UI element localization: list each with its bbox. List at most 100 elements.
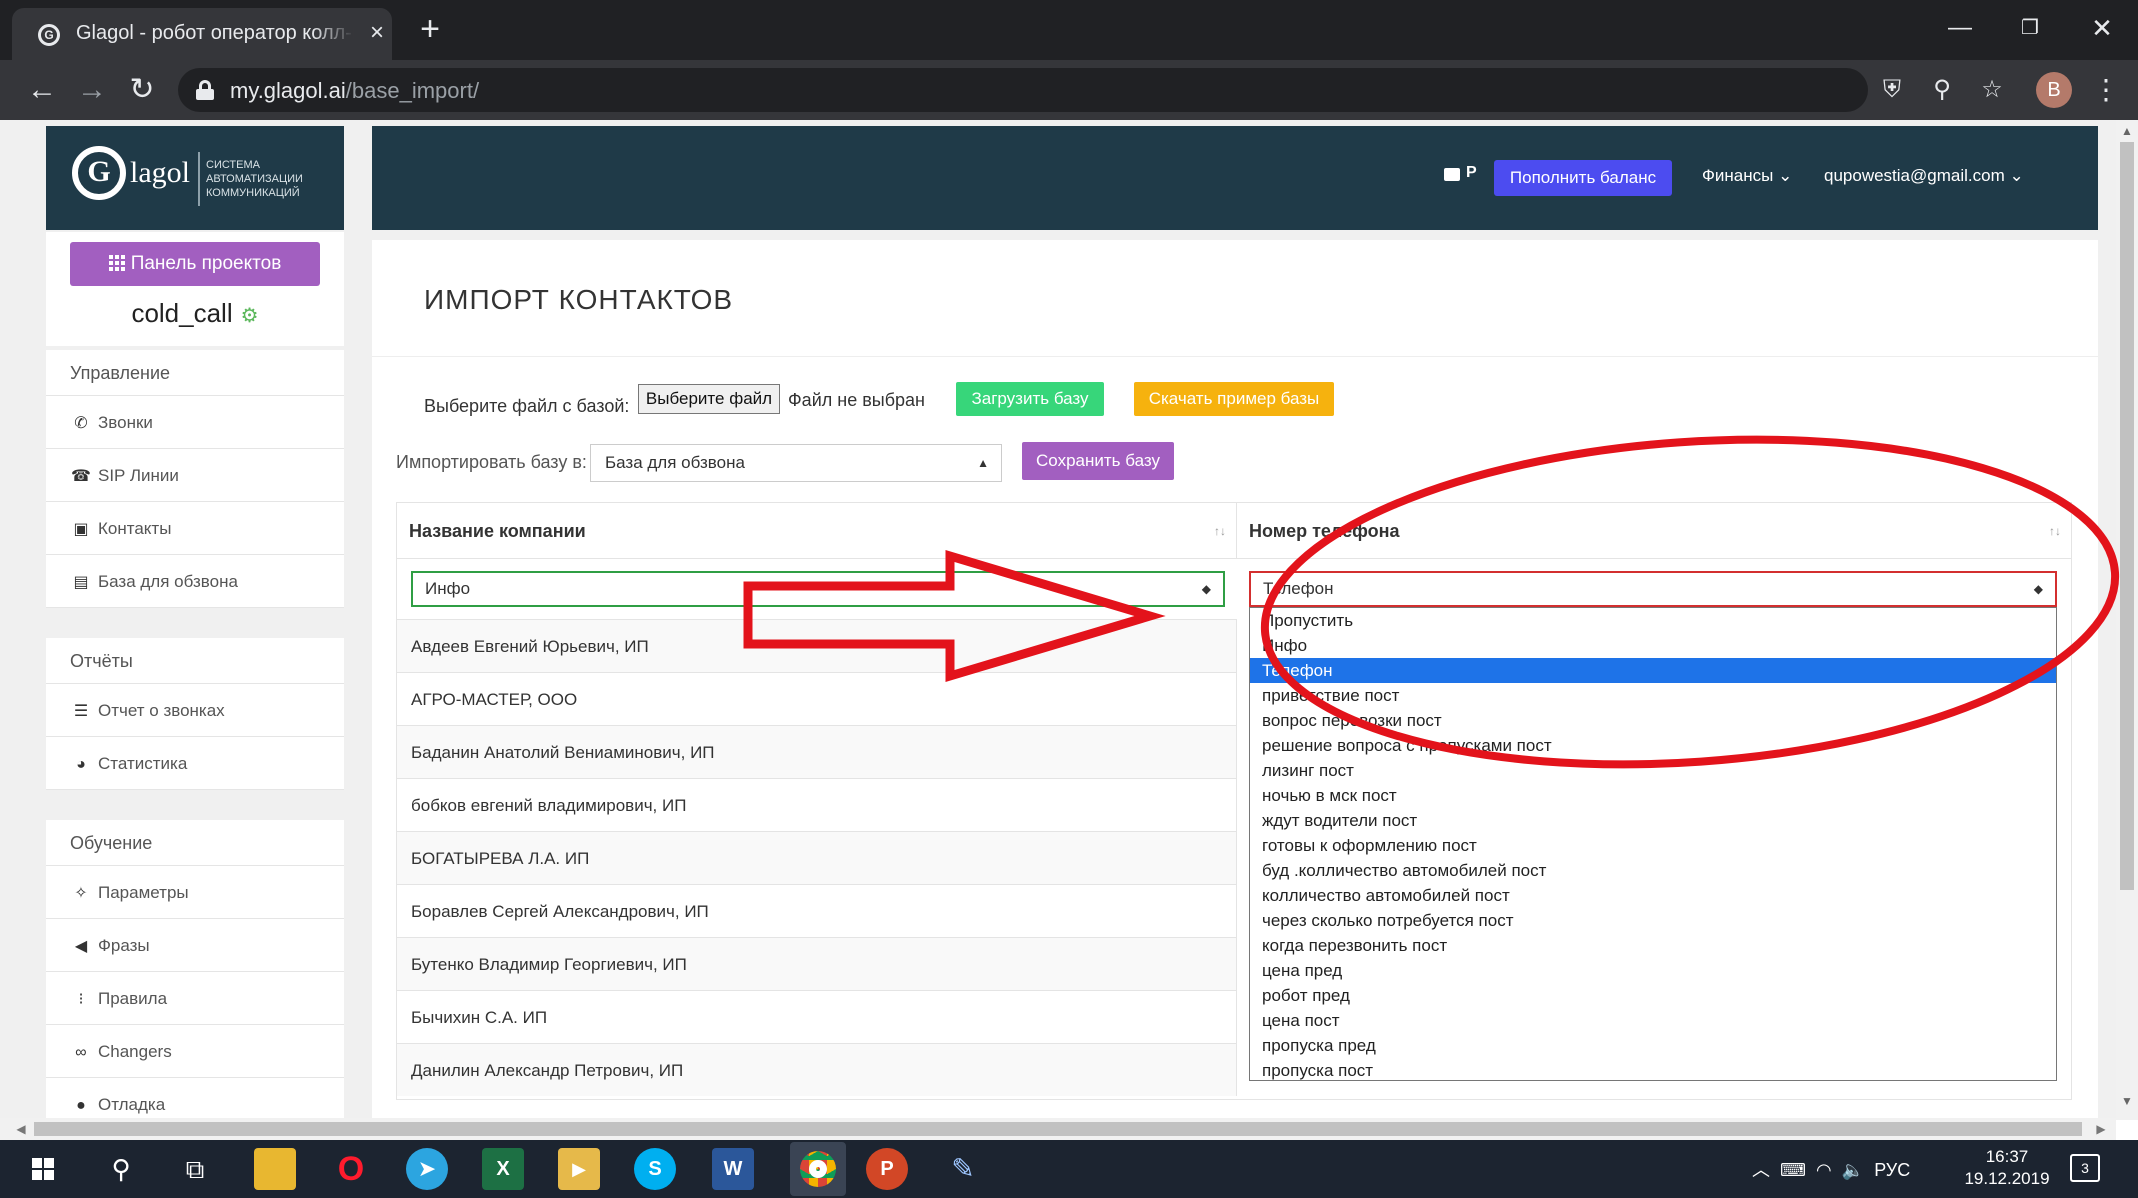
profile-avatar[interactable]: B: [2036, 72, 2072, 108]
projects-panel-button[interactable]: Панель проектов: [70, 242, 320, 286]
search-icon[interactable]: ⚲: [100, 1148, 142, 1190]
file-explorer-icon[interactable]: [254, 1148, 296, 1190]
phone-column-mapping-select[interactable]: Телефон ◆: [1249, 571, 2057, 607]
sidebar-item-rules[interactable]: ⁝ Правила: [46, 972, 344, 1025]
media-player-icon[interactable]: ▶: [558, 1148, 600, 1190]
task-view-icon[interactable]: ⧉: [174, 1148, 216, 1190]
sidebar-item-statistics[interactable]: ◕ Статистика: [46, 737, 344, 790]
table-row: Баданин Анатолий Вениаминович, ИП: [397, 725, 1237, 778]
system-clock[interactable]: 16:37 19.12.2019: [1962, 1146, 2052, 1190]
sidebar-item-sip-lines[interactable]: ☎ SIP Линии: [46, 449, 344, 502]
column-header-phone[interactable]: Номер телефона ↑↓: [1237, 503, 2071, 559]
dropdown-option[interactable]: колличество автомобилей пост: [1250, 883, 2056, 908]
keyboard-icon: ⌨: [1780, 1160, 1806, 1180]
forward-arrow-icon[interactable]: →: [72, 70, 112, 110]
extension-shield-icon[interactable]: ⛨: [1874, 72, 1910, 108]
scroll-left-icon[interactable]: ◀: [10, 1118, 32, 1140]
url-host: my.glagol.ai: [230, 78, 346, 103]
finance-menu[interactable]: Финансы ⌄: [1702, 166, 1792, 186]
sort-icon[interactable]: ↑↓: [1214, 503, 1226, 559]
windows-start-button[interactable]: [22, 1148, 64, 1190]
dropdown-option[interactable]: Пропустить: [1250, 608, 2056, 633]
mapping-select-value: Инфо: [425, 579, 471, 598]
upload-base-button[interactable]: Загрузить базу: [956, 382, 1104, 416]
sidebar-item-calls[interactable]: ✆ Звонки: [46, 396, 344, 449]
project-settings-gear-icon[interactable]: ⚙: [241, 305, 259, 327]
dots-list-icon: ⁝: [78, 991, 84, 1008]
horizontal-scroll-thumb[interactable]: [34, 1122, 2082, 1136]
zoom-icon[interactable]: ⚲: [1924, 72, 1960, 108]
scroll-up-icon[interactable]: ▲: [2116, 120, 2138, 142]
sidebar-item-call-report[interactable]: ☰ Отчет о звонках: [46, 684, 344, 737]
telegram-icon[interactable]: ➤: [406, 1148, 448, 1190]
glagol-logo[interactable]: G lagol СИСТЕМА АВТОМАТИЗАЦИИ КОММУНИКАЦ…: [46, 126, 344, 230]
new-tab-button[interactable]: +: [414, 12, 446, 46]
sort-icon[interactable]: ↑↓: [2049, 503, 2061, 559]
company-column-mapping-select[interactable]: Инфо ◆: [411, 571, 1225, 607]
topup-balance-button[interactable]: Пополнить баланс: [1494, 160, 1672, 196]
dropdown-option[interactable]: лизинг пост: [1250, 758, 2056, 783]
lock-icon: [196, 80, 214, 100]
sidebar-item-call-base[interactable]: ▤ База для обзвона: [46, 555, 344, 608]
window-close-icon[interactable]: ✕: [2082, 10, 2122, 46]
sidebar-item-phrases[interactable]: ◀ Фразы: [46, 919, 344, 972]
logo-g-mark: G: [72, 146, 126, 200]
scroll-down-icon[interactable]: ▼: [2116, 1090, 2138, 1112]
vertical-scroll-thumb[interactable]: [2120, 142, 2134, 890]
sidebar-item-label: Звонки: [98, 413, 153, 432]
word-icon[interactable]: W: [712, 1148, 754, 1190]
window-restore-icon[interactable]: ❐: [2010, 10, 2050, 46]
dropdown-option[interactable]: Инфо: [1250, 633, 2056, 658]
url-text: my.glagol.ai/base_import/: [230, 78, 479, 104]
sidebar-item-changers[interactable]: ∞ Changers: [46, 1025, 344, 1078]
dropdown-option[interactable]: буд .колличество автомобилей пост: [1250, 858, 2056, 883]
bookmark-star-icon[interactable]: ☆: [1974, 72, 2010, 108]
dropdown-option[interactable]: пропуска пред: [1250, 1033, 2056, 1058]
download-sample-button[interactable]: Скачать пример базы: [1134, 382, 1334, 416]
vertical-scrollbar[interactable]: ▲ ▼: [2116, 120, 2138, 1120]
system-tray[interactable]: ︿ ⌨ ◠ 🔈 РУС: [1752, 1156, 1910, 1182]
address-bar[interactable]: my.glagol.ai/base_import/: [178, 68, 1868, 112]
chrome-taskbar-item[interactable]: [790, 1142, 846, 1196]
input-language[interactable]: РУС: [1874, 1160, 1910, 1180]
opera-icon[interactable]: O: [330, 1148, 372, 1190]
dropdown-option[interactable]: через сколько потребуется пост: [1250, 908, 2056, 933]
user-menu[interactable]: qupowestia@gmail.com ⌄: [1824, 166, 2024, 186]
dropdown-option[interactable]: решение вопроса с пропусками пост: [1250, 733, 2056, 758]
dropdown-option[interactable]: ждут водители пост: [1250, 808, 2056, 833]
divider: [372, 356, 2098, 357]
horizontal-scrollbar[interactable]: ◀ ▶: [0, 1118, 2116, 1140]
save-base-button[interactable]: Сохранить базу: [1022, 442, 1174, 480]
back-arrow-icon[interactable]: ←: [22, 70, 62, 110]
dropdown-option[interactable]: цена пред: [1250, 958, 2056, 983]
import-target-select[interactable]: База для обзвона ▲: [590, 444, 1002, 482]
sidebar-item-contacts[interactable]: ▣ Контакты: [46, 502, 344, 555]
link-icon: ∞: [75, 1044, 87, 1061]
window-minimize-icon[interactable]: —: [1940, 10, 1980, 46]
browser-tab[interactable]: G Glagol - робот оператор колл-ц ×: [12, 8, 392, 60]
sidebar-item-debug[interactable]: ● Отладка: [46, 1078, 344, 1120]
dropdown-option[interactable]: приветствие пост: [1250, 683, 2056, 708]
paint-icon[interactable]: ✎: [942, 1148, 984, 1190]
scroll-right-icon[interactable]: ▶: [2090, 1118, 2112, 1140]
tab-close-icon[interactable]: ×: [364, 20, 390, 46]
reload-icon[interactable]: ↻: [122, 70, 162, 110]
powerpoint-icon[interactable]: P: [866, 1148, 908, 1190]
dropdown-option[interactable]: когда перезвонить пост: [1250, 933, 2056, 958]
dropdown-option[interactable]: ночью в мск пост: [1250, 783, 2056, 808]
excel-icon[interactable]: X: [482, 1148, 524, 1190]
dropdown-option[interactable]: пропуска пост: [1250, 1058, 2056, 1080]
tab-title: Glagol - робот оператор колл-ц: [76, 22, 354, 44]
skype-icon[interactable]: S: [634, 1148, 676, 1190]
dropdown-option[interactable]: Телефон: [1250, 658, 2056, 683]
choose-file-button[interactable]: Выберите файл: [638, 384, 780, 414]
column-header-company[interactable]: Название компании ↑↓: [397, 503, 1237, 559]
sidebar-item-parameters[interactable]: ✧ Параметры: [46, 866, 344, 919]
browser-menu-icon[interactable]: ⋮: [2088, 72, 2124, 108]
dropdown-option[interactable]: вопрос перевозки пост: [1250, 708, 2056, 733]
dropdown-option[interactable]: цена пост: [1250, 1008, 2056, 1033]
dropdown-option[interactable]: готовы к оформлению пост: [1250, 833, 2056, 858]
sidebar-item-label: Отладка: [98, 1095, 166, 1114]
dropdown-option[interactable]: робот пред: [1250, 983, 2056, 1008]
notifications-icon[interactable]: 3: [2070, 1154, 2100, 1182]
